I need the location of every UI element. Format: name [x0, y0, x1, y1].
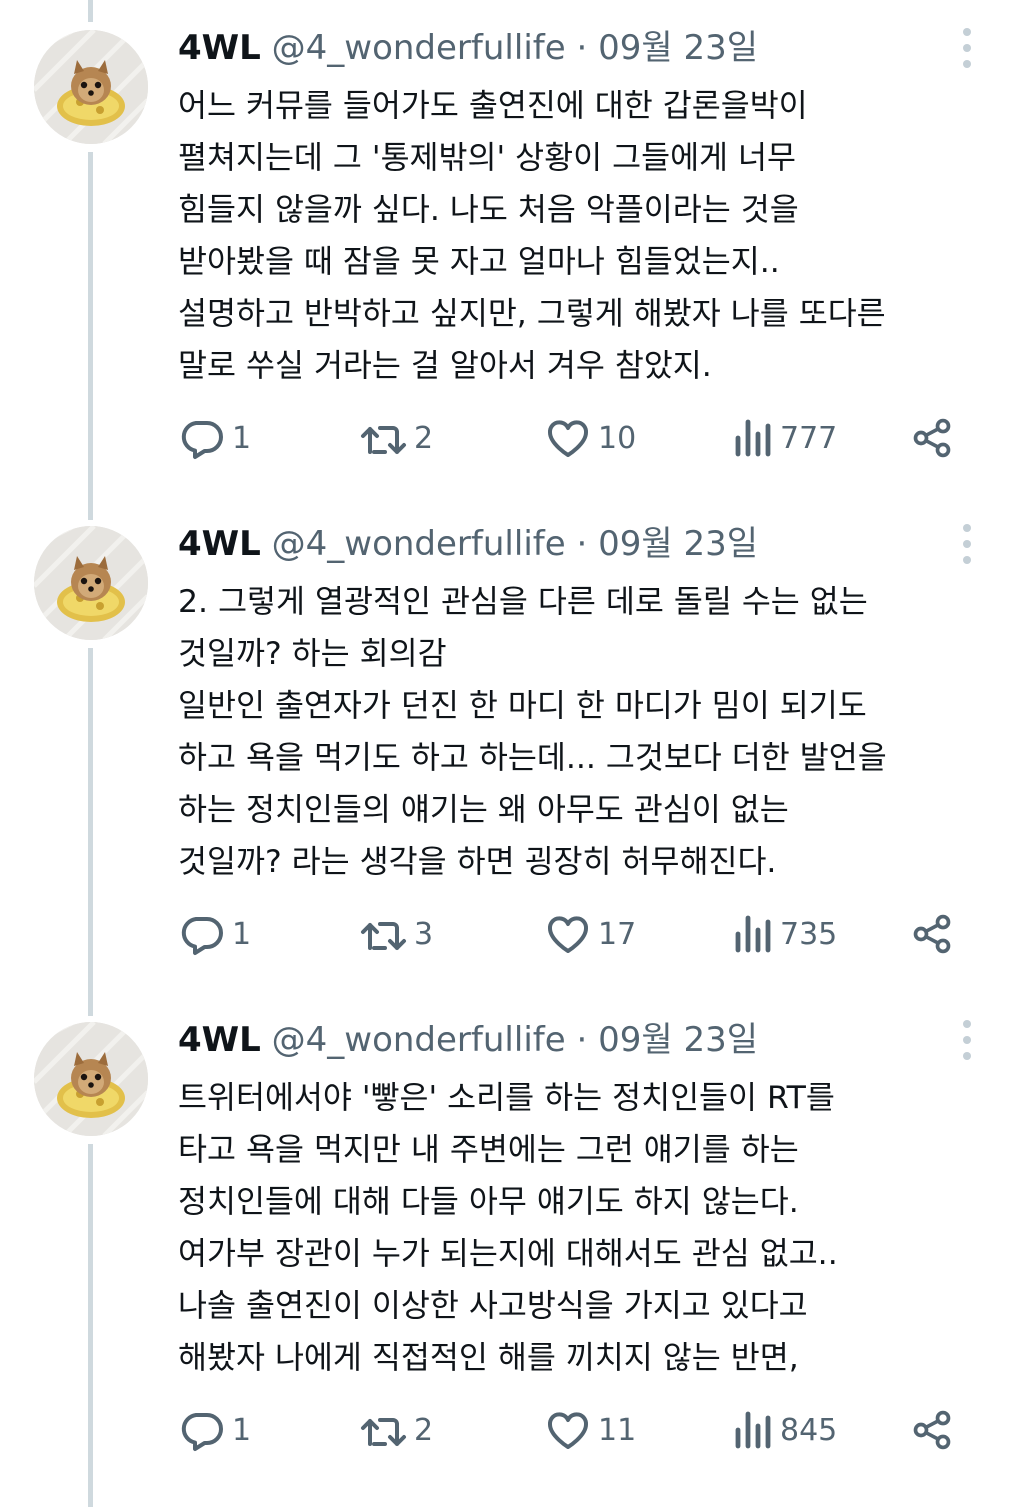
tweet-text-line: 것일까? 라는 생각을 하면 굉장히 허무해진다. [178, 844, 777, 880]
views-count: 845 [780, 1412, 838, 1448]
separator-dot: · [576, 1020, 588, 1060]
more-options-icon[interactable] [952, 28, 982, 68]
tweet-text-line: 어느 커뮤를 들어가도 출연진에 대한 갑론을박이 [178, 88, 808, 124]
retweet-button[interactable]: 2 [358, 1400, 433, 1460]
tweet-actions: 1 3 17 735 [178, 904, 978, 964]
share-icon [913, 914, 951, 954]
heart-icon [548, 916, 588, 953]
tweet-text: 어느 커뮤를 들어가도 출연진에 대한 갑론을박이 펼쳐지는데 그 '통제밖의'… [178, 80, 998, 392]
tweet-actions: 1 2 10 777 [178, 408, 978, 468]
tweet-text-line: 설명하고 반박하고 싶지만, 그렇게 해봤자 나를 또다른 [178, 296, 886, 332]
pomeranian-avatar [34, 1022, 148, 1136]
display-name[interactable]: 4WL [178, 524, 261, 564]
like-button[interactable]: 11 [544, 1400, 636, 1460]
tweet-date[interactable]: 09월 23일 [598, 524, 758, 564]
retweet-count: 3 [414, 916, 434, 952]
tweet-text-line: 해봤자 나에게 직접적인 해를 끼치지 않는 반면, [178, 1340, 799, 1376]
reply-count: 1 [232, 420, 252, 456]
reply-count: 1 [232, 916, 252, 952]
retweet-count: 2 [414, 420, 434, 456]
tweet-text-line: 정치인들에 대해 다들 아무 얘기도 하지 않는다. [178, 1184, 799, 1220]
tweet-text-line: 것일까? 하는 회의감 [178, 636, 447, 672]
tweet-text-line: 힘들지 않을까 싶다. 나도 처음 악플이라는 것을 [178, 192, 799, 228]
tweet-text: 2. 그렇게 열광적인 관심을 다른 데로 돌릴 수는 없는 것일까? 하는 회… [178, 576, 998, 888]
views-button[interactable]: 777 [730, 408, 837, 468]
reply-button[interactable]: 1 [178, 1400, 251, 1460]
tweet[interactable]: 4WL @4_wonderfullife · 09월 23일 트위터에서야 '빻… [0, 992, 1024, 1507]
retweet-count: 2 [414, 1412, 434, 1448]
tweet[interactable]: 4WL @4_wonderfullife · 09월 23일 어느 커뮤를 들어… [0, 0, 1024, 496]
heart-icon [548, 420, 588, 457]
views-count: 777 [780, 420, 838, 456]
tweet-text-line: 말로 쑤실 거라는 걸 알아서 겨우 참았지. [178, 348, 712, 384]
reply-icon [181, 1413, 223, 1451]
tweet-header: 4WL @4_wonderfullife · 09월 23일 [178, 1018, 758, 1062]
views-button[interactable]: 845 [730, 1400, 837, 1460]
tweet-text-line: 일반인 출연자가 던진 한 마디 한 마디가 밈이 되기도 [178, 688, 867, 724]
avatar[interactable] [34, 1022, 148, 1136]
retweet-button[interactable]: 3 [358, 904, 433, 964]
user-handle[interactable]: @4_wonderfullife [272, 524, 566, 564]
share-icon [913, 1410, 951, 1450]
like-count: 11 [598, 1412, 637, 1448]
tweet-text-line: 나솔 출연진이 이상한 사고방식을 가지고 있다고 [178, 1288, 808, 1324]
like-button[interactable]: 10 [544, 408, 636, 468]
tweet-text: 트위터에서야 '빻은' 소리를 하는 정치인들이 RT를 타고 욕을 먹지만 내… [178, 1072, 998, 1384]
tweet[interactable]: 4WL @4_wonderfullife · 09월 23일 2. 그렇게 열광… [0, 496, 1024, 992]
views-count: 735 [780, 916, 838, 952]
share-button[interactable] [910, 408, 954, 468]
reply-count: 1 [232, 1412, 252, 1448]
tweet-text-line: 하는 정치인들의 얘기는 왜 아무도 관심이 없는 [178, 792, 789, 828]
reply-button[interactable]: 1 [178, 408, 251, 468]
separator-dot: · [576, 524, 588, 564]
user-handle[interactable]: @4_wonderfullife [272, 28, 566, 68]
more-options-icon[interactable] [952, 1020, 982, 1060]
tweet-date[interactable]: 09월 23일 [598, 1020, 758, 1060]
like-count: 17 [598, 916, 637, 952]
display-name[interactable]: 4WL [178, 1020, 261, 1060]
avatar[interactable] [34, 526, 148, 640]
like-count: 10 [598, 420, 637, 456]
heart-icon [548, 1412, 588, 1449]
views-button[interactable]: 735 [730, 904, 837, 964]
tweet-text-line: 펼쳐지는데 그 '통제밖의' 상황이 그들에게 너무 [178, 140, 797, 176]
share-button[interactable] [910, 1400, 954, 1460]
tweet-text-line: 여가부 장관이 누가 되는지에 대해서도 관심 없고.. [178, 1236, 838, 1272]
tweet-date[interactable]: 09월 23일 [598, 28, 758, 68]
reply-button[interactable]: 1 [178, 904, 251, 964]
views-icon [735, 419, 771, 457]
reply-icon [181, 421, 223, 459]
retweet-button[interactable]: 2 [358, 408, 433, 468]
retweet-icon [361, 922, 406, 950]
tweet-header: 4WL @4_wonderfullife · 09월 23일 [178, 522, 758, 566]
avatar[interactable] [34, 30, 148, 144]
pomeranian-avatar [34, 526, 148, 640]
reply-icon [181, 917, 223, 955]
separator-dot: · [576, 28, 588, 68]
tweet-text-line: 타고 욕을 먹지만 내 주변에는 그런 얘기를 하는 [178, 1132, 799, 1168]
tweet-text-line: 하고 욕을 먹기도 하고 하는데... 그것보다 더한 발언을 [178, 740, 887, 776]
more-options-icon[interactable] [952, 524, 982, 564]
share-icon [913, 418, 951, 458]
display-name[interactable]: 4WL [178, 28, 261, 68]
tweet-text-line: 트위터에서야 '빻은' 소리를 하는 정치인들이 RT를 [178, 1080, 835, 1116]
tweet-actions: 1 2 11 845 [178, 1400, 978, 1460]
retweet-icon [361, 1418, 406, 1446]
views-icon [735, 915, 771, 953]
share-button[interactable] [910, 904, 954, 964]
tweet-text-line: 받아봤을 때 잠을 못 자고 얼마나 힘들었는지.. [178, 244, 780, 280]
user-handle[interactable]: @4_wonderfullife [272, 1020, 566, 1060]
tweet-header: 4WL @4_wonderfullife · 09월 23일 [178, 26, 758, 70]
views-icon [735, 1411, 771, 1449]
retweet-icon [361, 426, 406, 454]
like-button[interactable]: 17 [544, 904, 636, 964]
pomeranian-avatar [34, 30, 148, 144]
tweet-text-line: 2. 그렇게 열광적인 관심을 다른 데로 돌릴 수는 없는 [178, 584, 868, 620]
